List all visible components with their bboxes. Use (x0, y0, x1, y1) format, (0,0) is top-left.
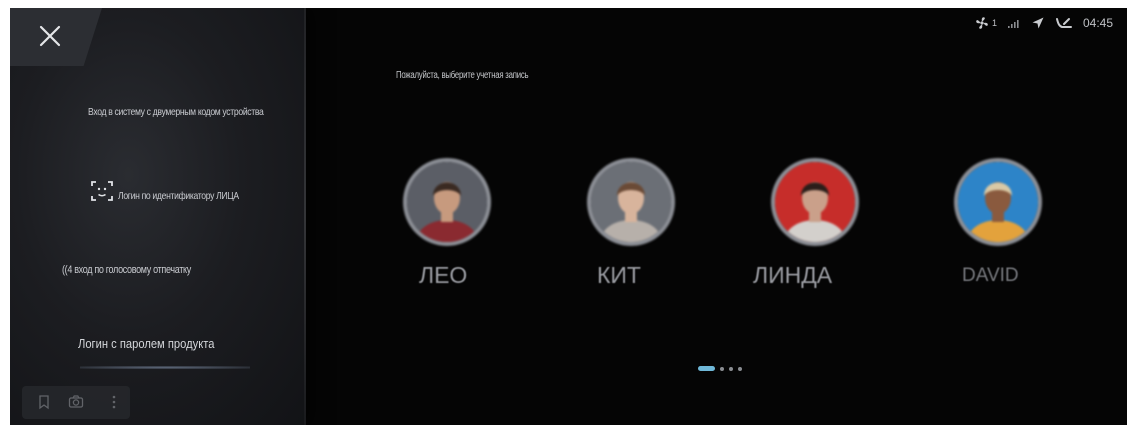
face-id-login-option[interactable]: Логин по идентификатору ЛИЦА (118, 190, 239, 202)
person-photo-icon (591, 162, 671, 242)
more-vertical-icon[interactable] (106, 394, 122, 410)
qr-code-login-option[interactable]: Вход в систему с двумерным кодом устройс… (88, 106, 264, 118)
page-indicator (698, 366, 742, 371)
person-photo-icon (407, 162, 487, 242)
fan-indicator: 1 (974, 15, 997, 31)
page-dot[interactable] (698, 366, 715, 371)
user-card-david[interactable]: DAVID (948, 158, 1098, 298)
screen: Вход в систему с двумерным кодом устройс… (10, 8, 1127, 425)
user-card-kit[interactable]: КИТ (581, 158, 731, 298)
status-bar: 1 04:45 (974, 14, 1113, 32)
voiceprint-login-option[interactable]: ((4 вход по голосовому отпечатку (62, 264, 191, 276)
user-card-linda[interactable]: ЛИНДА (753, 158, 915, 298)
avatar (954, 158, 1042, 246)
select-account-prompt: Пожалуйста, выберите учетная запись (396, 70, 529, 81)
user-name: ЛИНДА (753, 262, 833, 288)
clock: 04:45 (1082, 16, 1113, 30)
selection-glow (80, 366, 250, 369)
fan-icon (976, 17, 988, 29)
person-photo-icon (775, 162, 855, 242)
avatar (587, 158, 675, 246)
page-dot[interactable] (720, 366, 724, 371)
person-photo-icon (958, 162, 1038, 242)
close-button[interactable] (10, 8, 102, 66)
signal-icon (1007, 20, 1019, 28)
page-dot[interactable] (729, 366, 733, 371)
close-icon (39, 25, 61, 47)
seat-recline-icon (1055, 18, 1072, 28)
fan-level: 1 (991, 18, 997, 28)
password-login-option[interactable]: Логин с паролем продукта (78, 336, 214, 351)
bookmark-icon[interactable] (36, 394, 52, 410)
camera-icon[interactable] (68, 394, 84, 410)
face-id-icon (91, 181, 113, 201)
location-arrow-icon (1032, 17, 1044, 29)
user-name: ЛЕО (419, 262, 468, 288)
user-name: КИТ (597, 262, 641, 288)
bottom-toolbar (22, 386, 130, 419)
user-name: DAVID (962, 265, 1019, 286)
avatar (771, 158, 859, 246)
page-dot[interactable] (738, 366, 742, 371)
avatar (403, 158, 491, 246)
login-options-panel: Вход в систему с двумерным кодом устройс… (10, 8, 306, 425)
user-card-leo[interactable]: ЛЕО (397, 158, 547, 298)
